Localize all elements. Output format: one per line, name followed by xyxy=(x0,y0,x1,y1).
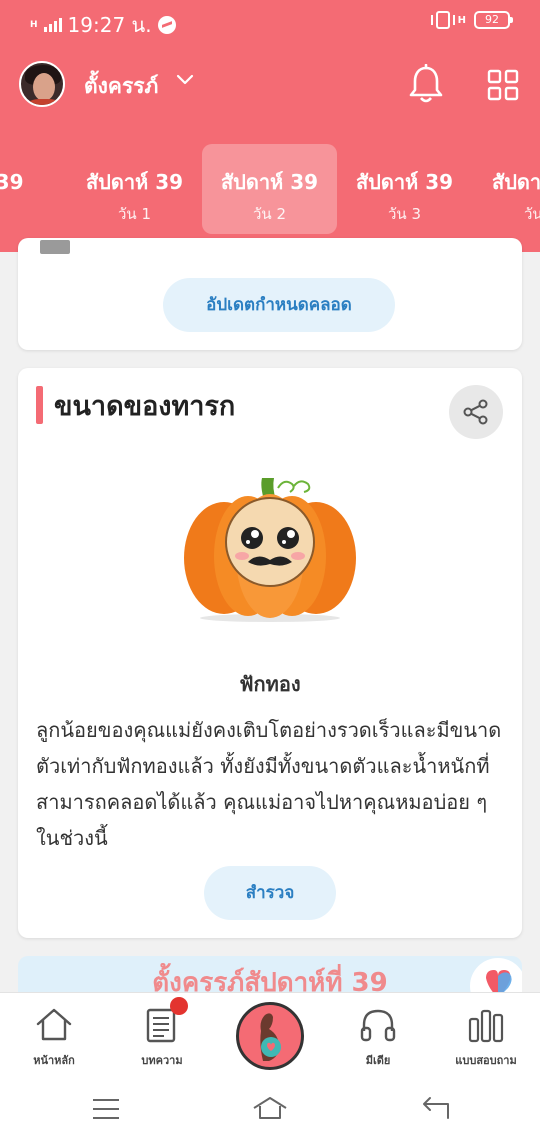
network-type: H xyxy=(457,14,466,26)
notification-dot xyxy=(170,997,188,1015)
nav-survey[interactable]: แบบสอบถาม xyxy=(432,993,540,1077)
profile-row: ตั้งครรภ์ xyxy=(0,58,540,112)
nav-articles-label: บทความ xyxy=(141,1054,183,1067)
tab-week-label: สัปดา xyxy=(492,170,540,194)
status-time: 19:27 น. xyxy=(67,13,152,37)
messenger-icon xyxy=(157,16,176,34)
fruit-name: ฟักทอง xyxy=(239,672,301,696)
nav-media-label: มีเดีย xyxy=(365,1054,391,1067)
tab-day-label: วัน 1 xyxy=(118,205,151,223)
tab-week-label: สัปดาห์ 39 xyxy=(85,170,184,194)
nav-articles[interactable]: บทความ xyxy=(108,993,216,1077)
vibrate-icon xyxy=(430,11,455,29)
bell-icon[interactable] xyxy=(408,64,444,104)
menu-icon[interactable] xyxy=(92,1098,120,1120)
pregnancy-center-button[interactable] xyxy=(236,1002,304,1070)
headphones-icon xyxy=(360,1009,396,1042)
baby-size-card: ขนาดของทารก ฟักทอง ลูกน้อยของคุณแม่ยังคง… xyxy=(18,368,522,938)
share-button[interactable] xyxy=(449,385,503,439)
battery-icon: 92 xyxy=(474,11,513,29)
update-due-date-button[interactable]: อัปเดตกำหนดคลอด xyxy=(163,278,395,332)
tab-day-label: วัน 3 xyxy=(388,205,421,223)
bar-chart-icon xyxy=(468,1009,504,1043)
signal-type: H xyxy=(30,19,38,30)
home-icon xyxy=(36,1008,72,1041)
tab-week-label: ห์ 39 xyxy=(0,170,24,194)
pumpkin-illustration xyxy=(184,478,356,622)
due-date-card: อัปเดตกำหนดคลอด xyxy=(18,238,522,350)
tab-day-label: วัน xyxy=(524,205,540,223)
calendar-icon xyxy=(40,240,70,254)
pregnant-woman-icon xyxy=(260,1013,281,1061)
explore-button[interactable]: สำรวจ xyxy=(204,866,336,920)
tab-week-label: สัปดาห์ 39 xyxy=(220,170,319,194)
nav-home[interactable]: หน้าหลัก xyxy=(0,993,108,1077)
tab-week-39-day-1[interactable]: สัปดาห์ 39 วัน 1 xyxy=(67,144,202,234)
title-accent-bar xyxy=(36,386,43,424)
tab-day-label: วัน 2 xyxy=(253,205,286,223)
chevron-down-icon[interactable] xyxy=(176,71,194,89)
status-bar: H 19:27 น. H 92 xyxy=(0,0,540,44)
back-icon[interactable] xyxy=(420,1096,450,1120)
week-day-tabs: ห์ 39 สัปดาห์ 39 วัน 1 สัปดาห์ 39 วัน 2 … xyxy=(0,144,540,234)
tab-week-39-day-3[interactable]: สัปดาห์ 39 วัน 3 xyxy=(337,144,472,234)
tab-week-39-day-4[interactable]: สัปดา วัน xyxy=(472,144,540,234)
grid-menu-icon[interactable] xyxy=(487,69,519,101)
tab-week-39-day-2[interactable]: สัปดาห์ 39 วัน 2 xyxy=(202,144,337,234)
system-navigation-bar xyxy=(0,1076,540,1140)
app-header: H 19:27 น. H 92 ตั้งครรภ์ 39 สัปดาห์ 39 … xyxy=(0,0,540,252)
baby-size-description: ลูกน้อยของคุณแม่ยังคงเติบโตอย่างรวดเร็วแ… xyxy=(36,718,502,850)
tab-week-39[interactable]: ห์ 39 xyxy=(0,144,67,234)
share-icon xyxy=(463,399,488,425)
avatar[interactable] xyxy=(19,61,65,107)
card-title: ขนาดของทารก xyxy=(54,391,236,422)
signal-icon xyxy=(43,18,62,32)
nav-media[interactable]: มีเดีย xyxy=(324,993,432,1077)
home-nav-icon[interactable] xyxy=(252,1096,288,1120)
tab-week-label: สัปดาห์ 39 xyxy=(355,170,454,194)
nav-home-label: หน้าหลัก xyxy=(33,1054,75,1067)
profile-name[interactable]: ตั้งครรภ์ xyxy=(84,70,158,103)
nav-survey-label: แบบสอบถาม xyxy=(455,1054,517,1067)
